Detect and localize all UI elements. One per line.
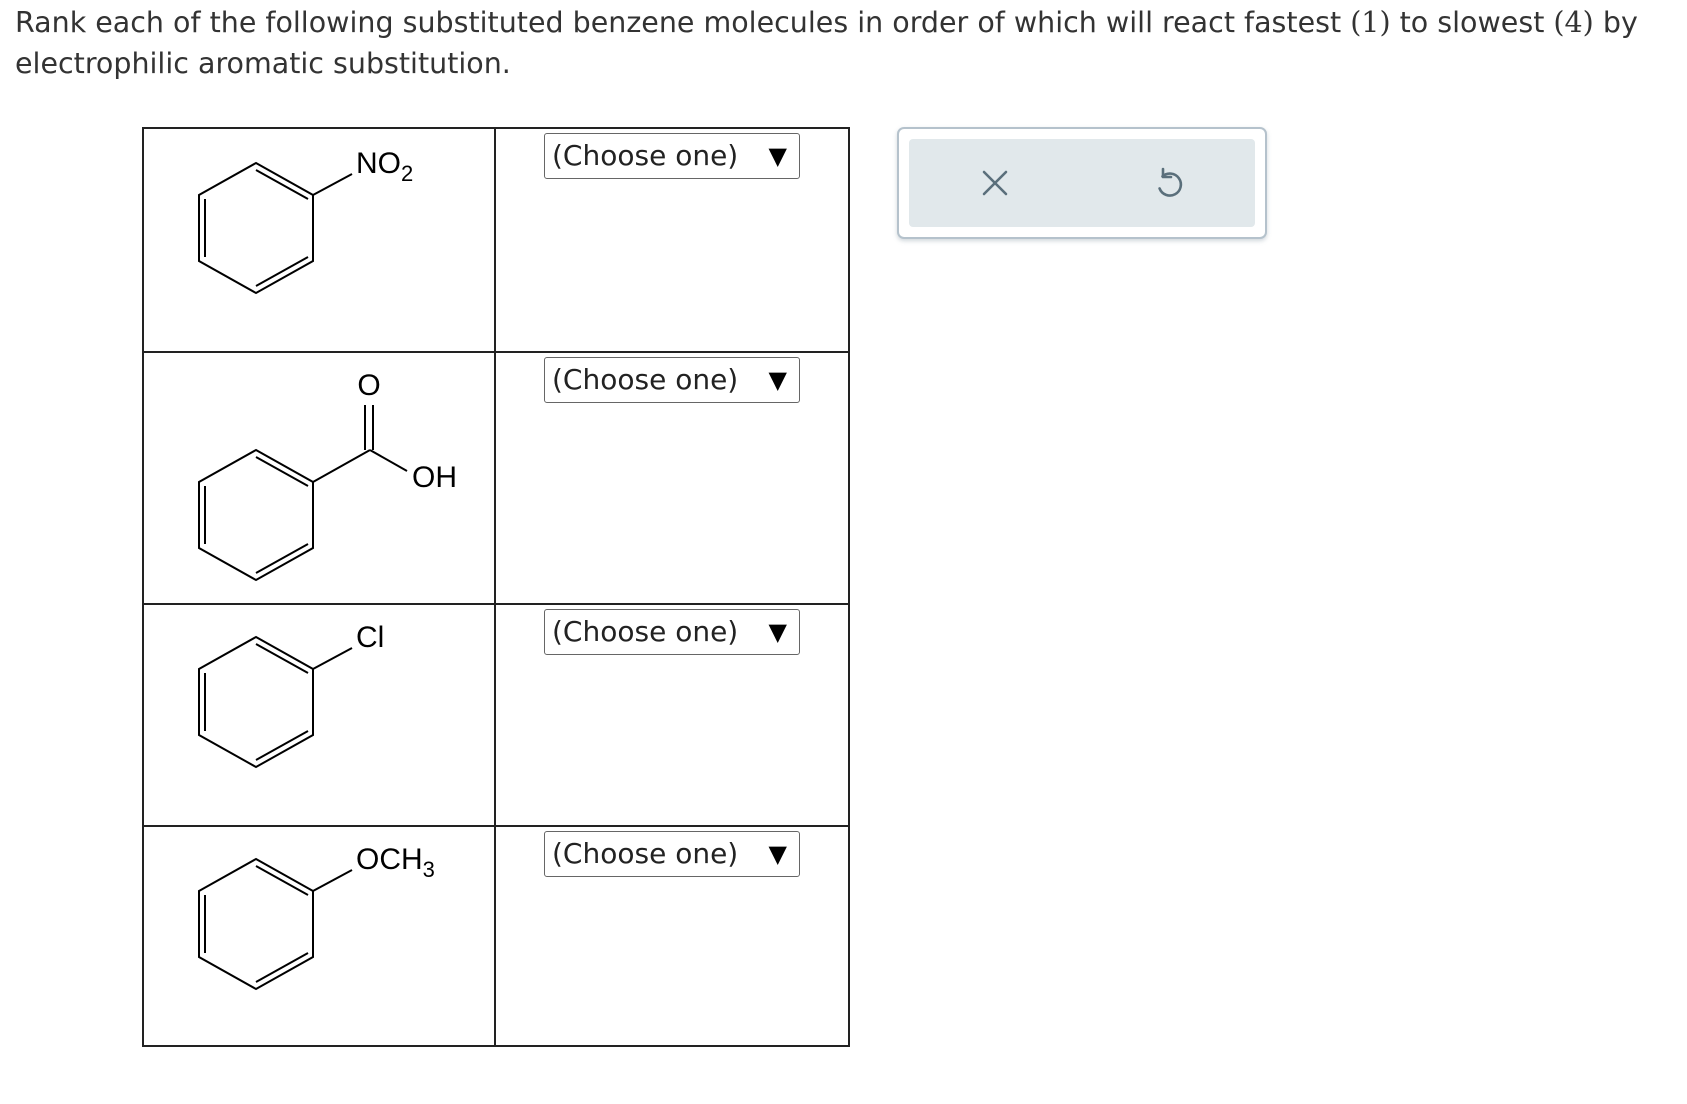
rank-dropdown-value: (Choose one): [552, 363, 739, 396]
rank-cell: (Choose one) ▼: [496, 129, 848, 353]
dropdown-arrow-icon: ▼: [768, 366, 787, 394]
anisole-structure: OCH3: [198, 843, 435, 991]
rank-dropdown[interactable]: (Choose one) ▼: [544, 609, 800, 655]
close-icon: [982, 170, 1008, 196]
rank-cell: (Choose one) ▼: [496, 353, 848, 605]
table-row: Cl (Choose one) ▼: [144, 603, 848, 827]
rank-dropdown-value: (Choose one): [552, 615, 739, 648]
chlorobenzene-structure: Cl: [198, 621, 384, 769]
answer-toolbox: [897, 127, 1267, 239]
dropdown-arrow-icon: ▼: [768, 618, 787, 646]
substituent-label: NO2: [356, 147, 413, 186]
clear-button[interactable]: [971, 159, 1019, 207]
table-row: OCH3 (Choose one) ▼: [144, 825, 848, 1045]
rank-cell: (Choose one) ▼: [496, 827, 848, 1045]
rank-dropdown[interactable]: (Choose one) ▼: [544, 357, 800, 403]
dropdown-arrow-icon: ▼: [768, 142, 787, 170]
prompt-text-middle: to slowest: [1390, 6, 1554, 39]
hydroxyl-label: OH: [412, 461, 457, 494]
substituent-label: OCH3: [356, 843, 435, 882]
undo-button[interactable]: [1145, 159, 1193, 207]
rank-fastest-label: (1): [1350, 6, 1391, 39]
molecule-cell: OCH3: [144, 827, 496, 1045]
toolbox-panel: [909, 139, 1255, 227]
molecule-cell: NO2: [144, 129, 496, 353]
table-row: O OH (Choose one) ▼: [144, 351, 848, 605]
question-prompt: Rank each of the following substituted b…: [15, 2, 1675, 84]
undo-icon: [1158, 167, 1183, 197]
dropdown-arrow-icon: ▼: [768, 840, 787, 868]
table-row: NO2 (Choose one) ▼: [144, 129, 848, 353]
rank-dropdown[interactable]: (Choose one) ▼: [544, 831, 800, 877]
molecule-cell: O OH: [144, 353, 496, 605]
nitrobenzene-structure: NO2: [198, 147, 413, 295]
substituent-label: Cl: [356, 621, 384, 654]
ranking-table: NO2 (Choose one) ▼ O OH (Choose one) ▼ C…: [142, 127, 850, 1047]
benzoic-acid-structure: O OH: [198, 369, 457, 582]
rank-cell: (Choose one) ▼: [496, 605, 848, 827]
prompt-text-start: Rank each of the following substituted b…: [15, 6, 1351, 39]
molecule-cell: Cl: [144, 605, 496, 827]
rank-dropdown-value: (Choose one): [552, 139, 739, 172]
rank-slowest-label: (4): [1553, 6, 1594, 39]
carbonyl-oxygen-label: O: [357, 369, 380, 402]
rank-dropdown[interactable]: (Choose one) ▼: [544, 133, 800, 179]
rank-dropdown-value: (Choose one): [552, 837, 739, 870]
